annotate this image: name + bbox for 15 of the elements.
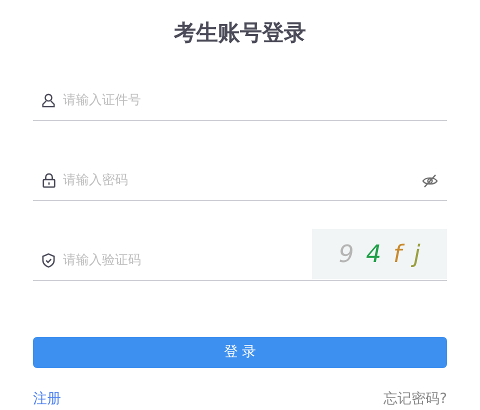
lock-icon xyxy=(42,173,56,188)
captcha-character: j xyxy=(414,236,420,272)
captcha-character: 4 xyxy=(366,239,382,270)
eye-slash-icon[interactable] xyxy=(422,174,438,188)
forgot-password-link[interactable]: 忘记密码? xyxy=(384,389,447,410)
shield-check-icon xyxy=(42,253,55,268)
input-field[interactable]: 请输入验证码 xyxy=(63,229,312,280)
register-link[interactable]: 注册 xyxy=(33,389,61,410)
input-field[interactable]: 请输入证件号 xyxy=(63,69,447,120)
page-title: 考生账号登录 xyxy=(172,20,307,48)
login-button[interactable]: 登 录 xyxy=(33,337,447,368)
user-icon xyxy=(41,93,56,108)
captcha-character: 9 xyxy=(338,239,354,270)
captcha-image[interactable]: 9 4 f j xyxy=(312,229,447,279)
input-field[interactable]: 请输入密码 xyxy=(63,149,422,200)
